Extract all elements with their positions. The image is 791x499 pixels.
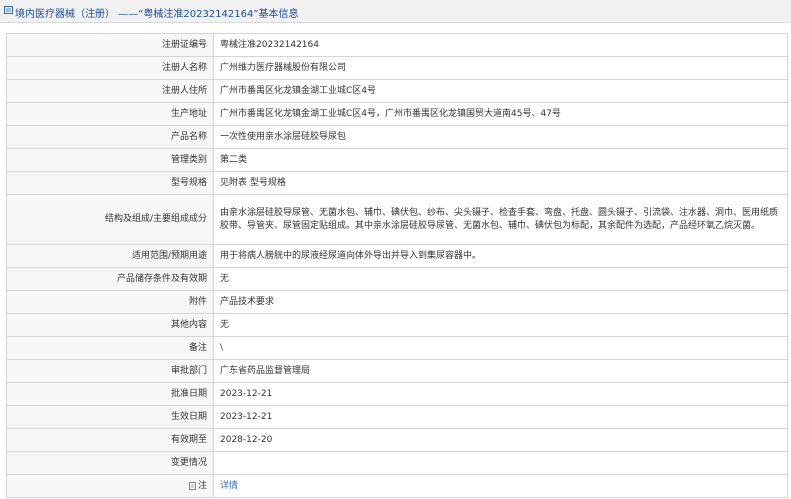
table-row: 结构及组成/主要组成成分 由亲水涂层硅胶导尿管、无菌水包、辅巾、碘伏包、纱布、尖… — [6, 194, 788, 245]
table-row: 型号规格 见附表 型号规格 — [6, 171, 788, 195]
table-row: 注册人名称 广州维力医疗器械股份有限公司 — [6, 56, 788, 80]
table-row: 管理类别 第二类 — [6, 148, 788, 172]
row-value: 2023-12-21 — [213, 405, 788, 429]
row-label: 其他内容 — [6, 313, 214, 337]
table-row: 批准日期 2023-12-21 — [6, 382, 788, 406]
row-value: 2023-12-21 — [213, 382, 788, 406]
row-value: 广州市番禺区化龙镇金湖工业城C区4号，广州市番禺区化龙镇国贸大道南45号、47号 — [213, 102, 788, 126]
row-value: 2028-12-20 — [213, 428, 788, 452]
row-value: 粤械注准20232142164 — [213, 33, 788, 57]
row-label: 有效期至 — [6, 428, 214, 452]
row-label: 变更情况 — [6, 451, 214, 475]
row-value: 广州维力医疗器械股份有限公司 — [213, 56, 788, 80]
table-row: 附件 产品技术要求 — [6, 290, 788, 314]
row-label: 附件 — [6, 290, 214, 314]
registration-detail-table: 注册证编号 粤械注准20232142164 注册人名称 广州维力医疗器械股份有限… — [6, 33, 788, 498]
note-icon — [189, 482, 196, 490]
table-row: 注册人住所 广州市番禺区化龙镇金湖工业城C区4号 — [6, 79, 788, 103]
page-header: 境内医疗器械（注册） ——“粤械注准20232142164”基本信息 — [0, 0, 791, 23]
row-label: 适用范围/预期用途 — [6, 244, 214, 268]
row-value: 用于将病人膀胱中的尿液经尿道向体外导出并导入到集尿容器中。 — [213, 244, 788, 268]
row-value: 见附表 型号规格 — [213, 171, 788, 195]
row-label: 备注 — [6, 336, 214, 360]
table-row: 生产地址 广州市番禺区化龙镇金湖工业城C区4号，广州市番禺区化龙镇国贸大道南45… — [6, 102, 788, 126]
row-label: 注册人名称 — [6, 56, 214, 80]
table-row: 产品储存条件及有效期 无 — [6, 267, 788, 291]
row-value: 产品技术要求 — [213, 290, 788, 314]
row-value: \ — [213, 336, 788, 360]
row-label: 型号规格 — [6, 171, 214, 195]
row-label: 生产地址 — [6, 102, 214, 126]
row-value: 无 — [213, 313, 788, 337]
note-label: 注 — [197, 480, 207, 491]
row-value: 第二类 — [213, 148, 788, 172]
row-label: 管理类别 — [6, 148, 214, 172]
note-value: 详情 — [213, 474, 788, 498]
row-value: 由亲水涂层硅胶导尿管、无菌水包、辅巾、碘伏包、纱布、尖头镊子、检查手套、弯盘、托… — [213, 194, 788, 245]
row-label: 注册人住所 — [6, 79, 214, 103]
table-row: 其他内容 无 — [6, 313, 788, 337]
row-label: 批准日期 — [6, 382, 214, 406]
row-value: 广州市番禺区化龙镇金湖工业城C区4号 — [213, 79, 788, 103]
table-row: 审批部门 广东省药品监督管理局 — [6, 359, 788, 383]
table-row: 产品名称 一次性使用亲水涂层硅胶导尿包 — [6, 125, 788, 149]
row-value: 无 — [213, 267, 788, 291]
row-label: 生效日期 — [6, 405, 214, 429]
table-row: 注 详情 — [6, 474, 788, 498]
note-label-cell: 注 — [6, 474, 214, 498]
row-label: 结构及组成/主要组成成分 — [6, 194, 214, 245]
row-label: 审批部门 — [6, 359, 214, 383]
row-label: 产品名称 — [6, 125, 214, 149]
document-icon — [4, 6, 13, 14]
row-value: 一次性使用亲水涂层硅胶导尿包 — [213, 125, 788, 149]
table-row: 注册证编号 粤械注准20232142164 — [6, 33, 788, 57]
table-row: 备注 \ — [6, 336, 788, 360]
details-link[interactable]: 详情 — [220, 481, 238, 491]
table-row: 变更情况 — [6, 451, 788, 475]
page-title: 境内医疗器械（注册） ——“粤械注准20232142164”基本信息 — [15, 9, 299, 20]
table-row: 适用范围/预期用途 用于将病人膀胱中的尿液经尿道向体外导出并导入到集尿容器中。 — [6, 244, 788, 268]
row-value — [213, 451, 788, 475]
row-label: 产品储存条件及有效期 — [6, 267, 214, 291]
row-value: 广东省药品监督管理局 — [213, 359, 788, 383]
table-row: 有效期至 2028-12-20 — [6, 428, 788, 452]
table-row: 生效日期 2023-12-21 — [6, 405, 788, 429]
row-label: 注册证编号 — [6, 33, 214, 57]
